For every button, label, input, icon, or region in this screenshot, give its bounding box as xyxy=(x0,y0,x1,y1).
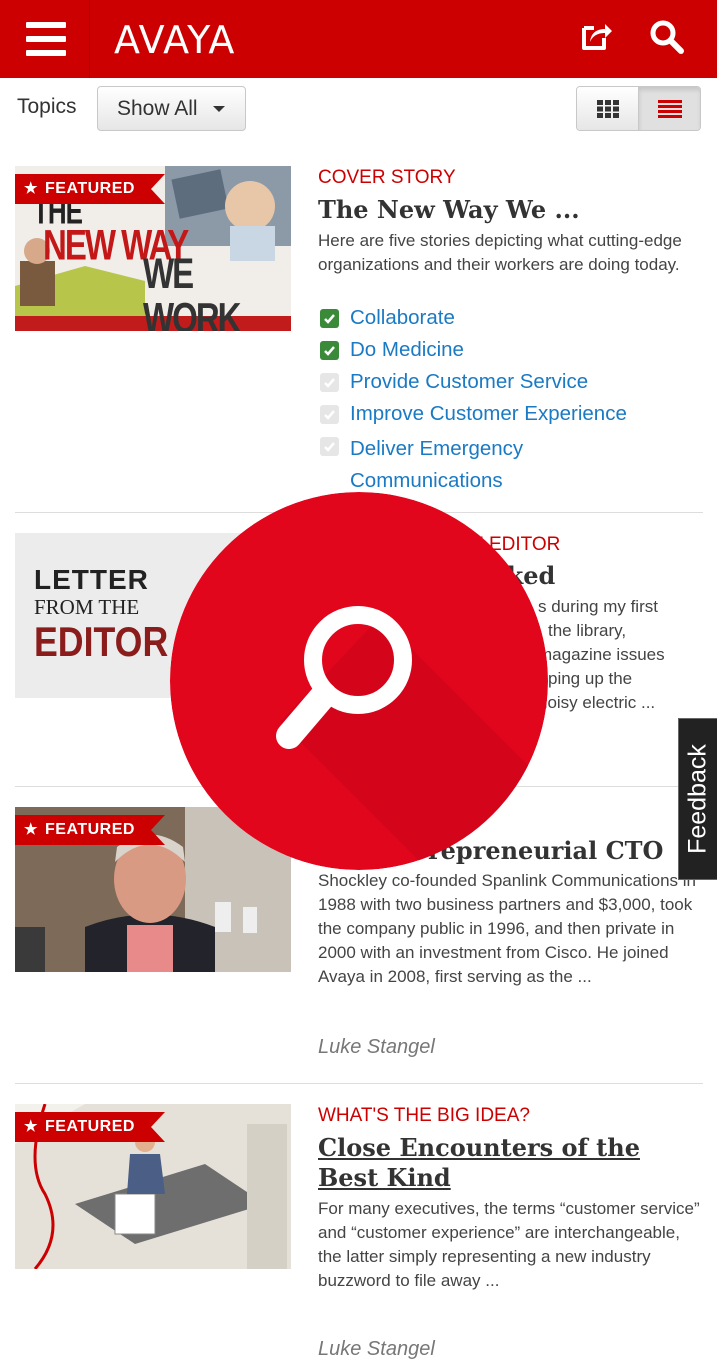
star-icon: ★ xyxy=(24,1118,38,1135)
star-icon: ★ xyxy=(24,821,38,838)
badge-label: FEATURED xyxy=(45,821,135,838)
checkbox-checked-icon[interactable] xyxy=(320,341,339,360)
badge-label: FEATURED xyxy=(45,180,135,197)
article-title[interactable]: Close Encounters of the Best Kind xyxy=(318,1133,703,1193)
list-view-button[interactable] xyxy=(639,87,700,130)
grid-view-button[interactable] xyxy=(577,87,639,130)
featured-badge: ★ FEATURED xyxy=(15,1112,165,1142)
menu-icon-bar xyxy=(26,36,66,42)
badge-label: FEATURED xyxy=(45,1118,135,1135)
search-icon[interactable] xyxy=(648,18,686,56)
topic-list: Collaborate Do Medicine Provide Customer… xyxy=(320,305,710,497)
checkbox-unchecked-icon[interactable] xyxy=(320,373,339,392)
star-icon: ★ xyxy=(24,180,38,197)
article-title[interactable]: The New Way We ... xyxy=(318,195,703,225)
article-excerpt: Here are five stories depicting what cut… xyxy=(318,231,682,274)
topic-label: Provide Customer Service xyxy=(350,370,589,393)
excerpt-line: ping up the xyxy=(548,669,633,688)
magnifier-overlay[interactable] xyxy=(170,492,548,870)
feedback-label: Feedback xyxy=(683,744,712,854)
menu-button[interactable] xyxy=(0,0,90,78)
excerpt-line: magazine issues xyxy=(538,645,665,664)
article-thumbnail[interactable]: THE NEW WAY WE WORK ★ FEATURED xyxy=(15,166,291,331)
topic-item[interactable]: Collaborate xyxy=(320,305,710,337)
article-thumbnail[interactable]: ★ FEATURED xyxy=(15,1104,291,1269)
excerpt-line: noisy electric ... xyxy=(538,693,656,712)
menu-icon-bar xyxy=(26,22,66,28)
thumbnail-headline: THE NEW WAY WE WORK xyxy=(33,190,291,331)
checkbox-unchecked-icon[interactable] xyxy=(320,437,339,456)
feedback-tab[interactable]: Feedback xyxy=(678,718,717,880)
topics-label: Topics xyxy=(17,95,77,118)
article-title[interactable]: repreneurial CTO xyxy=(428,836,708,866)
article-excerpt: s during my first the library, magazine … xyxy=(538,595,665,715)
menu-icon-bar xyxy=(26,50,66,56)
featured-badge: ★ FEATURED xyxy=(15,174,165,204)
thumbnail-line: LETTER xyxy=(34,564,149,595)
app-header: AVAYA xyxy=(0,0,717,78)
share-icon[interactable] xyxy=(578,18,614,54)
grid-view-icon xyxy=(597,100,619,118)
caret-down-icon xyxy=(213,106,225,112)
article-category[interactable]: COVER STORY xyxy=(318,167,456,189)
article-excerpt: Shockley co-founded Spanlink Communicati… xyxy=(318,871,696,986)
magnifier-icon xyxy=(170,492,548,870)
thumbnail-headline: LETTER FROM THE EDITOR xyxy=(34,565,192,665)
avaya-logo[interactable]: AVAYA xyxy=(114,18,235,62)
thumbnail-line: WE WORK xyxy=(143,249,241,331)
divider xyxy=(15,1083,703,1084)
topic-label: Improve Customer Experience xyxy=(350,402,627,425)
excerpt-line: the library, xyxy=(548,621,627,640)
article-excerpt: For many executives, the terms “customer… xyxy=(318,1199,700,1290)
article-author[interactable]: Luke Stangel xyxy=(318,1036,435,1059)
topic-item[interactable]: Deliver Emergency Communications xyxy=(320,433,590,497)
topic-label: Collaborate xyxy=(350,306,455,329)
topic-label: Do Medicine xyxy=(350,338,464,361)
checkbox-checked-icon[interactable] xyxy=(320,309,339,328)
article-category[interactable]: WHAT'S THE BIG IDEA? xyxy=(318,1105,530,1127)
topic-label: Deliver Emergency Communications xyxy=(350,437,524,492)
checkbox-unchecked-icon[interactable] xyxy=(320,405,339,424)
thumbnail-line: EDITOR xyxy=(34,618,169,665)
featured-badge: ★ FEATURED xyxy=(15,815,165,845)
topic-item[interactable]: Provide Customer Service xyxy=(320,369,710,401)
article-author[interactable]: Luke Stangel xyxy=(318,1338,435,1361)
thumbnail-line: FROM THE xyxy=(34,595,140,619)
topics-filter-dropdown[interactable]: Show All xyxy=(97,86,246,131)
list-view-icon xyxy=(658,100,682,118)
excerpt-line: s during my first xyxy=(538,597,658,616)
topics-filter-value: Show All xyxy=(117,97,198,120)
topic-item[interactable]: Improve Customer Experience xyxy=(320,401,710,433)
topic-item[interactable]: Do Medicine xyxy=(320,337,710,369)
view-toggle xyxy=(576,86,701,131)
